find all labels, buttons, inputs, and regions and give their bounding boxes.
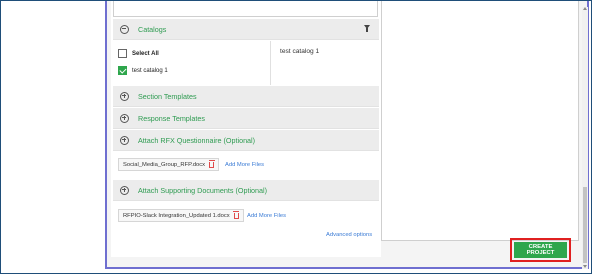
rfx-file-area: Social_Media_Group_RFP.docx Add More Fil… (113, 151, 379, 178)
attach-supporting-header[interactable]: Attach Supporting Documents (Optional) (113, 180, 379, 201)
selected-catalogs-panel: test catalog 1 (272, 41, 379, 85)
section-templates-title: Section Templates (138, 91, 197, 101)
attach-supporting-title: Attach Supporting Documents (Optional) (138, 185, 268, 195)
rfx-file-chip: Social_Media_Group_RFP.docx (118, 158, 220, 171)
filter-icon[interactable] (364, 25, 370, 32)
supporting-file-chip: RFPIO-Slack Integration_Updated 1.docx (118, 209, 244, 222)
scrollbar[interactable] (582, 7, 588, 269)
attach-rfx-title: Attach RFX Questionnaire (Optional) (138, 135, 256, 145)
scrollbar-thumb[interactable] (583, 187, 587, 263)
supporting-add-more-link[interactable]: Add More Files (247, 213, 286, 219)
scroll-up-icon[interactable] (583, 7, 587, 10)
select-all-label: Select All (132, 50, 159, 57)
rfx-file-name: Social_Media_Group_RFP.docx (123, 161, 206, 168)
rfx-add-more-link[interactable]: Add More Files (225, 162, 264, 168)
expand-icon[interactable] (120, 91, 129, 101)
create-project-modal: Catalogs Select All test catalog 1 test … (105, 1, 589, 269)
section-templates-header[interactable]: Section Templates (113, 86, 379, 107)
expand-icon[interactable] (120, 185, 129, 195)
window-frame: Catalogs Select All test catalog 1 test … (0, 0, 592, 274)
supporting-file-name: RFPIO-Slack Integration_Updated 1.docx (123, 212, 230, 219)
catalog-item-checkbox[interactable] (118, 66, 127, 75)
response-templates-title: Response Templates (138, 113, 205, 123)
create-project-highlight: CREATE PROJECT (510, 238, 571, 262)
response-templates-header[interactable]: Response Templates (113, 108, 379, 129)
select-all-checkbox[interactable] (118, 49, 127, 58)
advanced-options-link[interactable]: Advanced options (326, 232, 372, 238)
catalog-item-row[interactable]: test catalog 1 (118, 66, 168, 75)
supporting-file-area: RFPIO-Slack Integration_Updated 1.docx A… (113, 202, 379, 229)
expand-icon[interactable] (120, 135, 129, 145)
previous-section-box (113, 1, 378, 17)
scroll-down-icon[interactable] (583, 265, 587, 268)
right-panel (381, 1, 579, 241)
create-project-button[interactable]: CREATE PROJECT (514, 242, 567, 258)
catalogs-section-header[interactable]: Catalogs (113, 19, 379, 40)
attach-rfx-header[interactable]: Attach RFX Questionnaire (Optional) (113, 130, 379, 151)
catalog-item-label: test catalog 1 (132, 67, 168, 74)
catalog-list: Select All test catalog 1 (113, 41, 271, 85)
selected-catalog-item: test catalog 1 (280, 48, 320, 55)
trash-icon[interactable] (208, 159, 215, 168)
collapse-icon[interactable] (120, 24, 129, 34)
expand-icon[interactable] (120, 113, 129, 123)
catalogs-title: Catalogs (138, 24, 167, 34)
trash-icon[interactable] (233, 210, 240, 219)
select-all-row[interactable]: Select All (118, 49, 159, 58)
